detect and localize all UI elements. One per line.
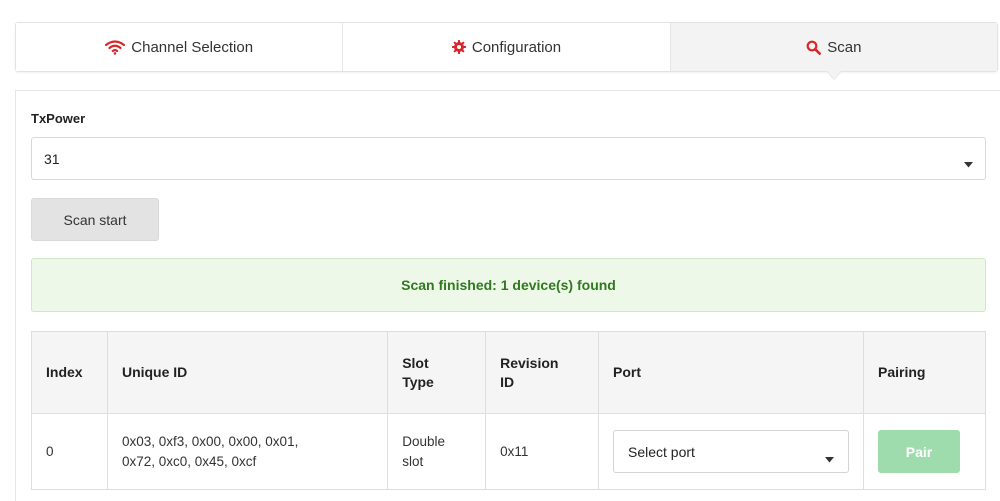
txpower-label: TxPower (31, 111, 86, 126)
cell-unique-id-line2: 0x72, 0xc0, 0x45, 0xcf (121, 453, 257, 469)
txpower-select[interactable]: 31 (31, 137, 986, 180)
tab-bar: Channel Selection Configuration Scan (15, 22, 998, 80)
cell-pairing: Pair (863, 413, 986, 490)
tab-label: Channel Selection (131, 38, 254, 56)
caret-down-icon (964, 155, 973, 171)
cell-unique-id-line1: 0x03, 0xf3, 0x00, 0x00, 0x01, (121, 433, 299, 449)
pair-button[interactable]: Pair (878, 430, 960, 473)
scan-start-button[interactable]: Scan start (31, 198, 159, 241)
gear-icon (451, 40, 466, 54)
device-table: Index Unique ID Slot Type Revision ID Po… (31, 331, 986, 490)
table-row: 0 0x03, 0xf3, 0x00, 0x00, 0x01, 0x72, 0x… (31, 413, 986, 490)
scan-status-alert: Scan finished: 1 device(s) found (31, 258, 986, 312)
cell-port: Select port (598, 413, 864, 490)
search-icon (806, 40, 822, 55)
cell-unique-id: 0x03, 0xf3, 0x00, 0x00, 0x01, 0x72, 0xc0… (106, 413, 389, 490)
cell-index: 0 (31, 413, 108, 490)
header-pairing: Pairing (863, 331, 986, 414)
cell-slot-type: Double slot (387, 413, 487, 490)
header-unique-id: Unique ID (106, 331, 389, 414)
header-port: Port (598, 331, 864, 414)
caret-down-icon (825, 448, 834, 468)
tab-label: Scan (827, 38, 862, 56)
header-slot-type-line1: Slot (402, 354, 429, 371)
header-revision-id: Revision ID (485, 331, 599, 414)
wifi-icon (105, 39, 126, 55)
tab-channel-selection[interactable]: Channel Selection (16, 23, 344, 71)
header-slot-type-line2: Type (402, 373, 434, 390)
cell-revision-id: 0x11 (485, 413, 599, 490)
port-select[interactable]: Select port (613, 430, 849, 473)
txpower-value: 31 (44, 150, 60, 167)
port-select-placeholder: Select port (628, 443, 695, 460)
header-revision-id-line1: Revision (500, 354, 559, 371)
table-header-row: Index Unique ID Slot Type Revision ID Po… (31, 331, 986, 414)
header-index: Index (31, 331, 108, 414)
tab-scan[interactable]: Scan (670, 23, 997, 80)
tab-label: Configuration (471, 38, 562, 56)
header-slot-type: Slot Type (387, 331, 487, 414)
cell-slot-type-line2: slot (402, 453, 424, 469)
tab-configuration[interactable]: Configuration (343, 23, 671, 71)
cell-slot-type-line1: Double (402, 433, 445, 449)
header-revision-id-line2: ID (500, 373, 515, 390)
